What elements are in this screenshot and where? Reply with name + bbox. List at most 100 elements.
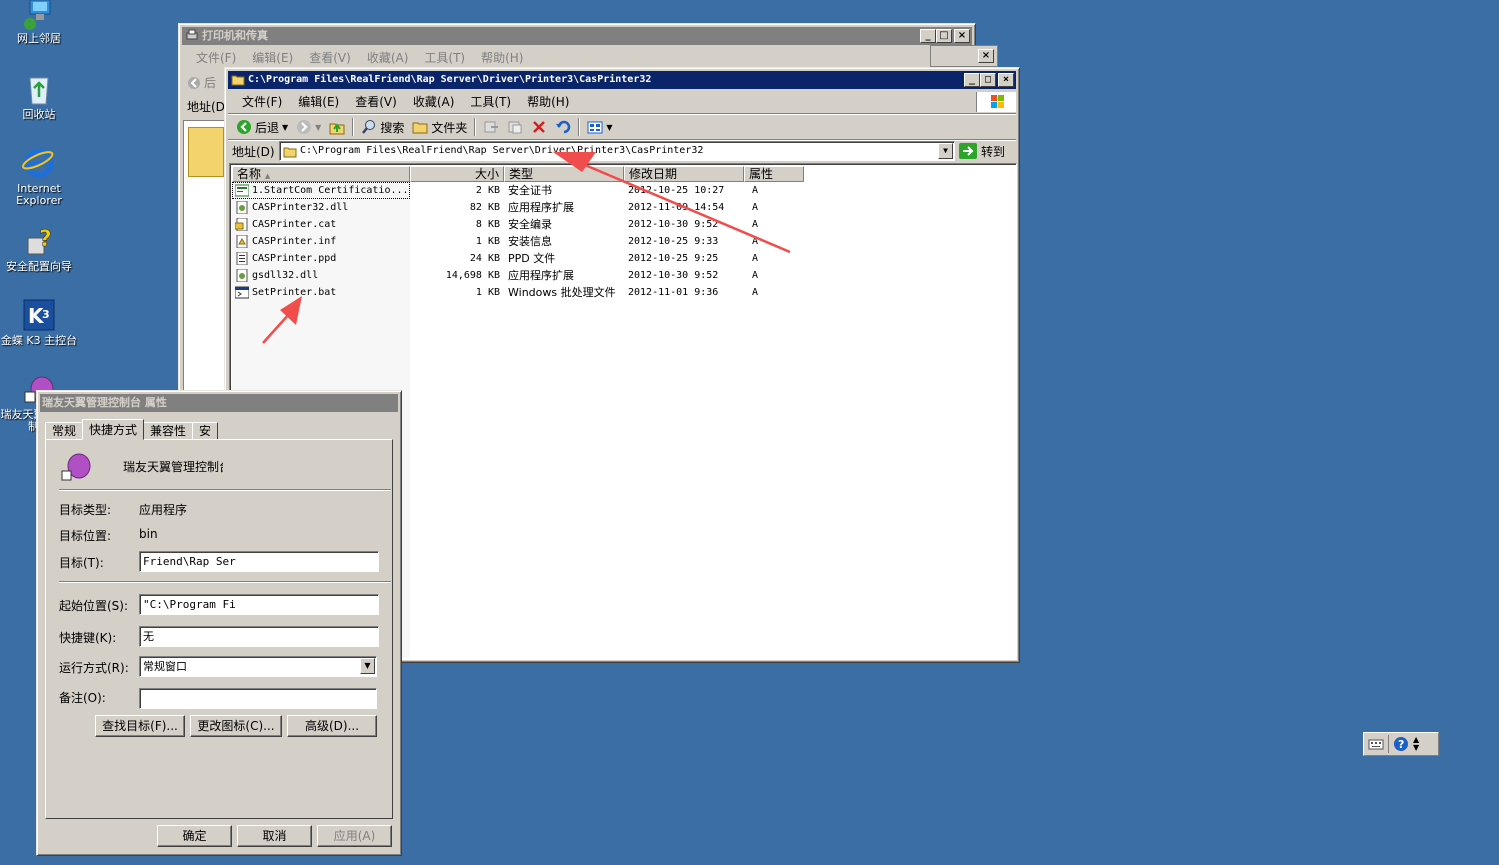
hotkey-input[interactable]: 无 <box>139 626 379 647</box>
explorer-titlebar[interactable]: C:\Program Files\RealFriend\Rap Server\D… <box>228 71 1016 89</box>
file-attributes: A <box>752 253 759 264</box>
column-header-type[interactable]: 类型 <box>504 166 624 182</box>
address-dropdown-button[interactable]: ▼ <box>938 143 953 159</box>
copy-to-button[interactable] <box>503 116 527 138</box>
file-size: 82 KB <box>469 202 500 213</box>
up-folder-icon <box>329 123 345 135</box>
search-button[interactable]: 搜索 <box>357 116 408 138</box>
move-to-button[interactable] <box>479 116 503 138</box>
go-button[interactable]: 转到 <box>959 141 1005 161</box>
keyboard-icon[interactable] <box>1368 736 1384 752</box>
menu-favorites[interactable]: 收藏(A) <box>359 48 417 68</box>
file-row-setprinter-bat[interactable]: SetPrinter.bat 1 KB Windows 批处理文件 2012-1… <box>232 284 804 301</box>
back-button[interactable]: 后退 ▼ <box>232 116 292 138</box>
column-size-label: 大小 <box>474 167 499 181</box>
maximize-button[interactable]: □ <box>980 73 996 87</box>
file-type: PPD 文件 <box>508 252 556 265</box>
desktop-icon-security-wizard[interactable]: ? 安全配置向导 <box>0 224 78 273</box>
delete-button[interactable] <box>527 116 551 138</box>
maximize-button[interactable]: □ <box>936 29 952 43</box>
advanced-button[interactable]: 高级(D)... <box>287 715 377 737</box>
background-close-button[interactable]: × <box>978 49 994 63</box>
file-type: 应用程序扩展 <box>508 269 574 282</box>
find-target-button[interactable]: 查找目标(F)... <box>95 715 185 737</box>
menu-tools[interactable]: 工具(T) <box>416 48 473 68</box>
properties-dialog[interactable]: 瑞友天翼管理控制台 属性 常规 快捷方式 兼容性 安 瑞友天翼管理控制台 目标类… <box>36 390 402 856</box>
tab-shortcut[interactable]: 快捷方式 <box>82 419 145 440</box>
toolbar-separator <box>352 118 355 136</box>
comment-input[interactable] <box>139 688 377 709</box>
minimize-button[interactable]: _ <box>920 29 936 43</box>
column-header-size[interactable]: 大小 <box>410 166 504 182</box>
printers-back-button[interactable]: 后 <box>187 74 216 91</box>
help-icon[interactable]: ? <box>1393 736 1409 752</box>
printers-window-titlebar[interactable]: 打印机和传真 _ □ × <box>182 27 972 45</box>
desktop-icon-network[interactable]: 网上邻居 <box>0 0 78 45</box>
column-header-attributes[interactable]: 属性 <box>744 166 804 182</box>
menu-view[interactable]: 查看(V) <box>347 92 405 112</box>
file-size: 1 KB <box>475 287 500 298</box>
app-name: 瑞友天翼管理控制台 <box>123 460 223 474</box>
properties-tabs: 常规 快捷方式 兼容性 安 <box>45 419 219 440</box>
svg-text:?: ? <box>39 227 52 252</box>
properties-titlebar[interactable]: 瑞友天翼管理控制台 属性 <box>40 394 398 412</box>
file-row-casprinter32-dll[interactable]: CASPrinter32.dll 82 KB 应用程序扩展 2012-11-09… <box>232 199 804 216</box>
chevron-down-icon[interactable]: ▲ ▼ <box>1413 736 1419 752</box>
address-input[interactable]: C:\Program Files\RealFriend\Rap Server\D… <box>279 141 955 161</box>
printer-icon <box>185 29 199 42</box>
file-row-casprinter-inf[interactable]: CASPrinter.inf 1 KB 安装信息 2012-10-25 9:33… <box>232 233 804 250</box>
file-row-certificate[interactable]: 1.StartCom Certificatio... 2 KB 安全证书 201… <box>232 182 804 199</box>
apply-button[interactable]: 应用(A) <box>317 825 392 847</box>
file-size: 1 KB <box>475 236 500 247</box>
file-row-casprinter-ppd[interactable]: CASPrinter.ppd 24 KB PPD 文件 2012-10-25 9… <box>232 250 804 267</box>
change-icon-button[interactable]: 更改图标(C)... <box>190 715 282 737</box>
desktop-icon-ie[interactable]: Internet Explorer <box>0 146 78 207</box>
menu-help[interactable]: 帮助(H) <box>519 92 577 112</box>
folders-button[interactable]: 文件夹 <box>408 116 471 138</box>
chevron-down-icon[interactable]: ▼ <box>315 123 321 132</box>
file-row-casprinter-cat[interactable]: CASPrinter.cat 8 KB 安全编录 2012-10-30 9:52… <box>232 216 804 233</box>
chevron-down-icon[interactable]: ▼ <box>606 123 612 132</box>
views-button[interactable]: ▼ <box>583 116 616 138</box>
tab-security[interactable]: 安 <box>192 422 219 440</box>
menu-tools[interactable]: 工具(T) <box>462 92 519 112</box>
file-row-gsdll32-dll[interactable]: gsdll32.dll 14,698 KB 应用程序扩展 2012-10-30 … <box>232 267 804 284</box>
menu-file[interactable]: 文件(F) <box>188 48 244 68</box>
desktop-icon-kingdee[interactable]: K3 金蝶 K3 主控台 <box>0 298 78 347</box>
certificate-icon <box>235 184 249 197</box>
menu-help[interactable]: 帮助(H) <box>473 48 531 68</box>
ok-button[interactable]: 确定 <box>157 825 232 847</box>
column-header-date[interactable]: 修改日期 <box>624 166 744 182</box>
go-label: 转到 <box>981 144 1006 159</box>
explorer-toolbar: 后退 ▼ ▼ 搜索 文件夹 ▼ <box>228 115 1016 139</box>
menu-view[interactable]: 查看(V) <box>301 48 359 68</box>
undo-button[interactable] <box>551 116 575 138</box>
tab-general[interactable]: 常规 <box>45 422 84 440</box>
internet-explorer-icon <box>22 146 56 180</box>
file-date: 2012-10-25 10:27 <box>628 185 725 196</box>
desktop-icon-recycle-bin[interactable]: 回收站 <box>0 72 78 121</box>
file-type: 安装信息 <box>508 235 552 248</box>
kingdee-k3-icon: K3 <box>22 298 56 332</box>
chevron-down-icon[interactable]: ▼ <box>282 123 288 132</box>
menu-file[interactable]: 文件(F) <box>234 92 290 112</box>
close-button[interactable]: × <box>954 29 970 43</box>
target-input[interactable]: Friend\Rap Ser <box>139 551 379 572</box>
bat-icon <box>235 286 249 299</box>
minimize-button[interactable]: _ <box>964 73 980 87</box>
run-select[interactable]: 常规窗口 ▼ <box>139 656 377 677</box>
forward-button[interactable]: ▼ <box>292 116 325 138</box>
tab-compatibility[interactable]: 兼容性 <box>143 422 194 440</box>
file-attributes: A <box>752 236 759 247</box>
start-in-input[interactable]: "C:\Program Fi <box>139 594 379 615</box>
column-header-name[interactable]: 名称 ▲ <box>232 166 410 182</box>
menu-edit[interactable]: 编辑(E) <box>290 92 347 112</box>
cancel-button[interactable]: 取消 <box>237 825 312 847</box>
menu-favorites[interactable]: 收藏(A) <box>405 92 463 112</box>
run-dropdown-button[interactable]: ▼ <box>360 658 375 674</box>
language-bar: ? ▲ ▼ <box>1363 732 1439 756</box>
search-icon <box>362 120 376 134</box>
menu-edit[interactable]: 编辑(E) <box>244 48 301 68</box>
close-button[interactable]: × <box>998 73 1014 87</box>
up-folder-button[interactable] <box>325 116 349 138</box>
